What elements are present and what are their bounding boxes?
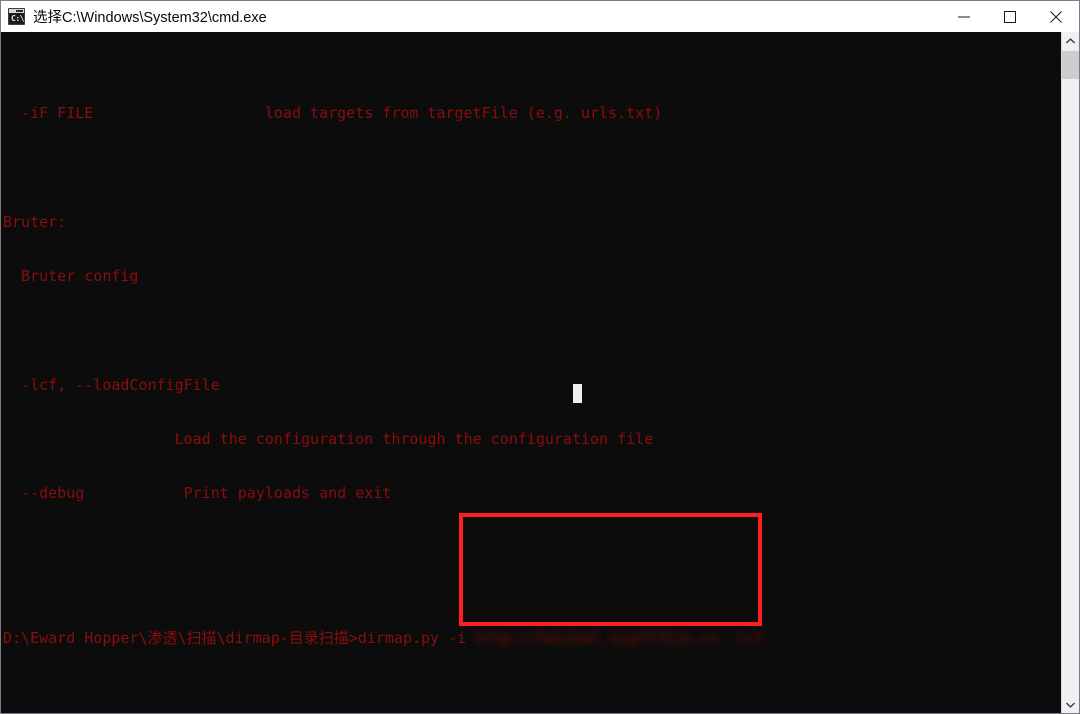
window-controls [941, 1, 1079, 32]
close-button[interactable] [1033, 1, 1079, 32]
redacted-target-url: http://hds2nml.bjgff32jk.cn [475, 629, 720, 648]
cmd-window: C:\ 选择C:\Windows\System32\cmd.exe -iF FI… [0, 0, 1080, 714]
minimize-button[interactable] [941, 1, 987, 32]
help-line-if: -iF FILE load targets from targetFile (e… [3, 104, 663, 123]
maximize-button[interactable] [987, 1, 1033, 32]
cmd-icon: C:\ [8, 8, 25, 25]
debug-line: --debug Print payloads and exit [3, 484, 392, 503]
bruter-config: Bruter config [3, 267, 139, 286]
title-bar[interactable]: C:\ 选择C:\Windows\System32\cmd.exe [1, 1, 1079, 33]
window-title: 选择C:\Windows\System32\cmd.exe [33, 10, 267, 26]
lcf-flag: -lcf, --loadConfigFile [3, 375, 220, 394]
terminal-text: -iF FILE load targets from targetFile (e… [1, 32, 1061, 713]
lcf-desc: Load the configuration through the confi… [174, 430, 654, 449]
scroll-down-arrow-icon[interactable] [1062, 696, 1079, 713]
block-cursor [573, 384, 582, 403]
command-prompt-line: D:\Eward Hopper\渗透\扫描\dirmap-目录扫描>dirmap… [3, 629, 765, 648]
vertical-scrollbar[interactable] [1061, 32, 1079, 713]
scroll-thumb[interactable] [1062, 51, 1079, 79]
bruter-header: Bruter: [3, 212, 67, 231]
scroll-up-arrow-icon[interactable] [1062, 32, 1079, 50]
scroll-track[interactable] [1062, 50, 1079, 696]
terminal-output-area[interactable]: -iF FILE load targets from targetFile (e… [1, 32, 1061, 713]
